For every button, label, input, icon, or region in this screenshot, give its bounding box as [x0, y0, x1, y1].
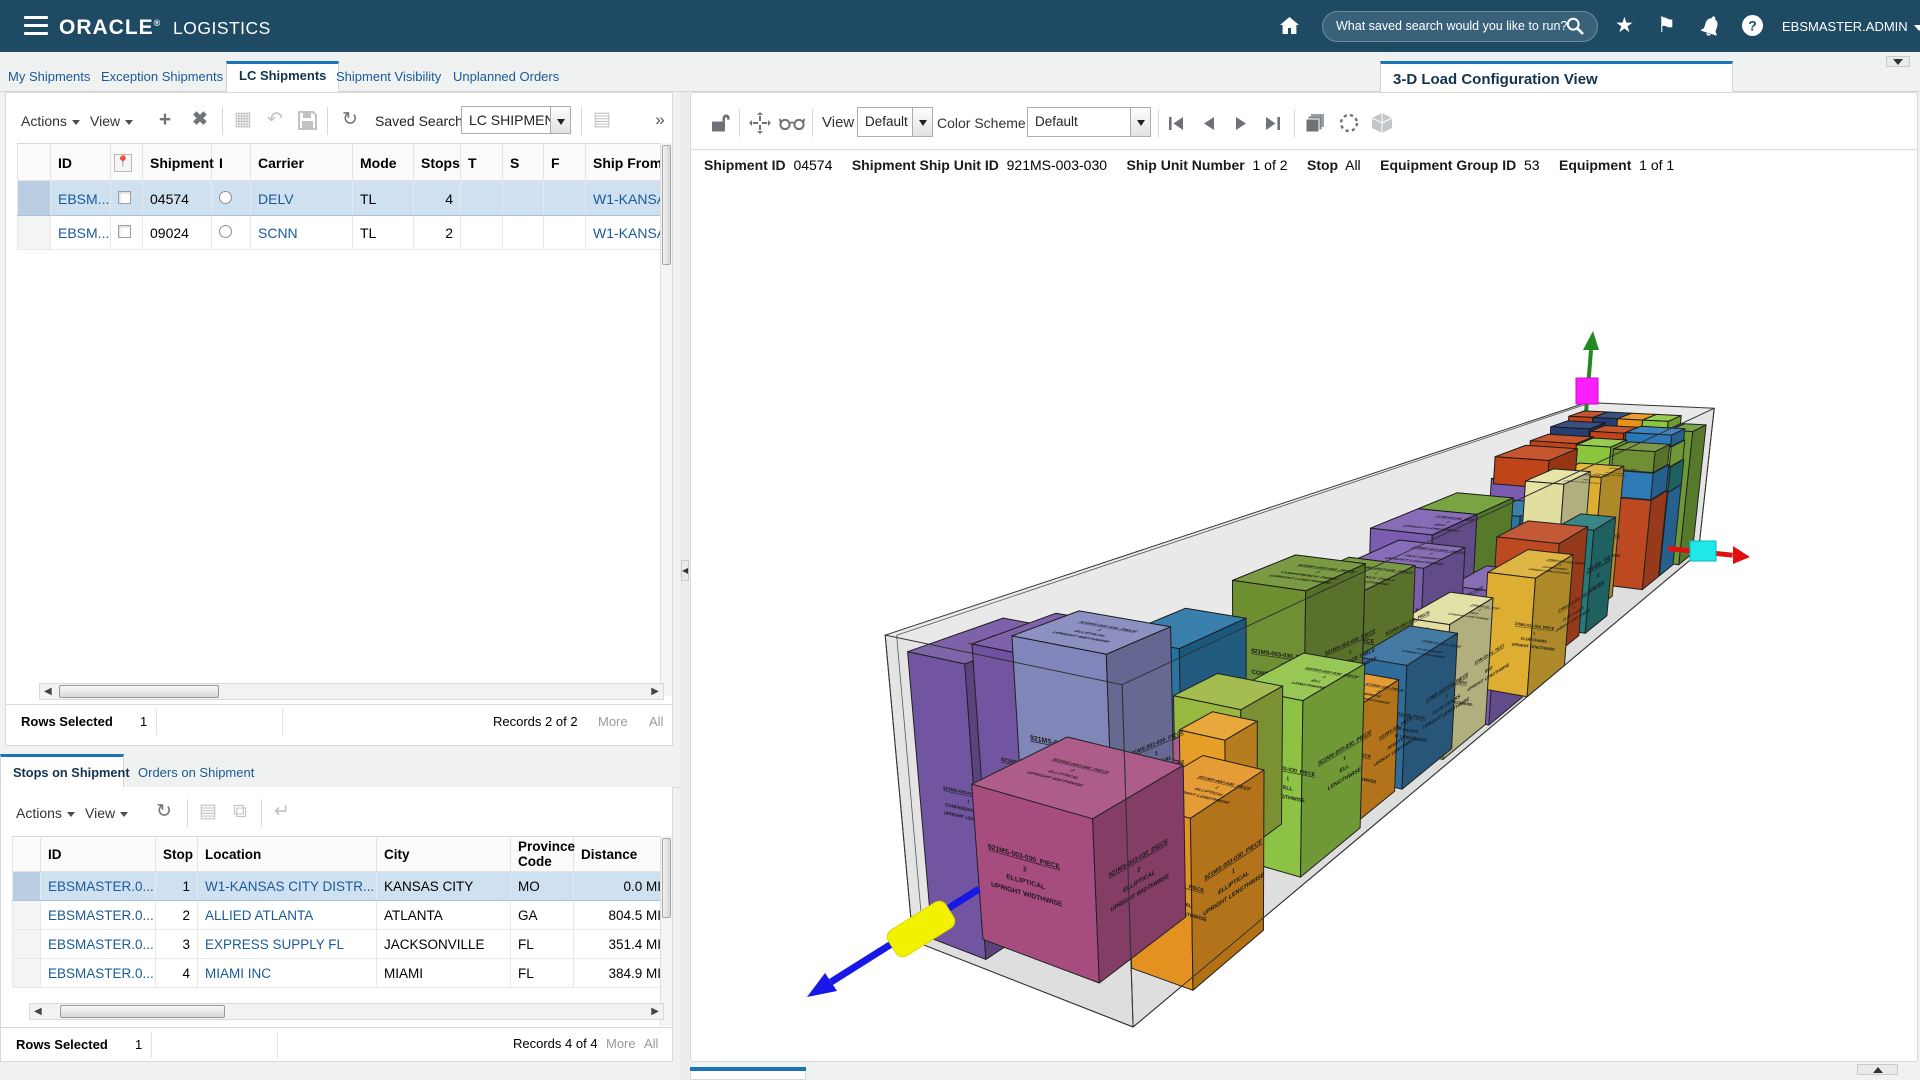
svg-text:?: ? — [1748, 18, 1757, 34]
